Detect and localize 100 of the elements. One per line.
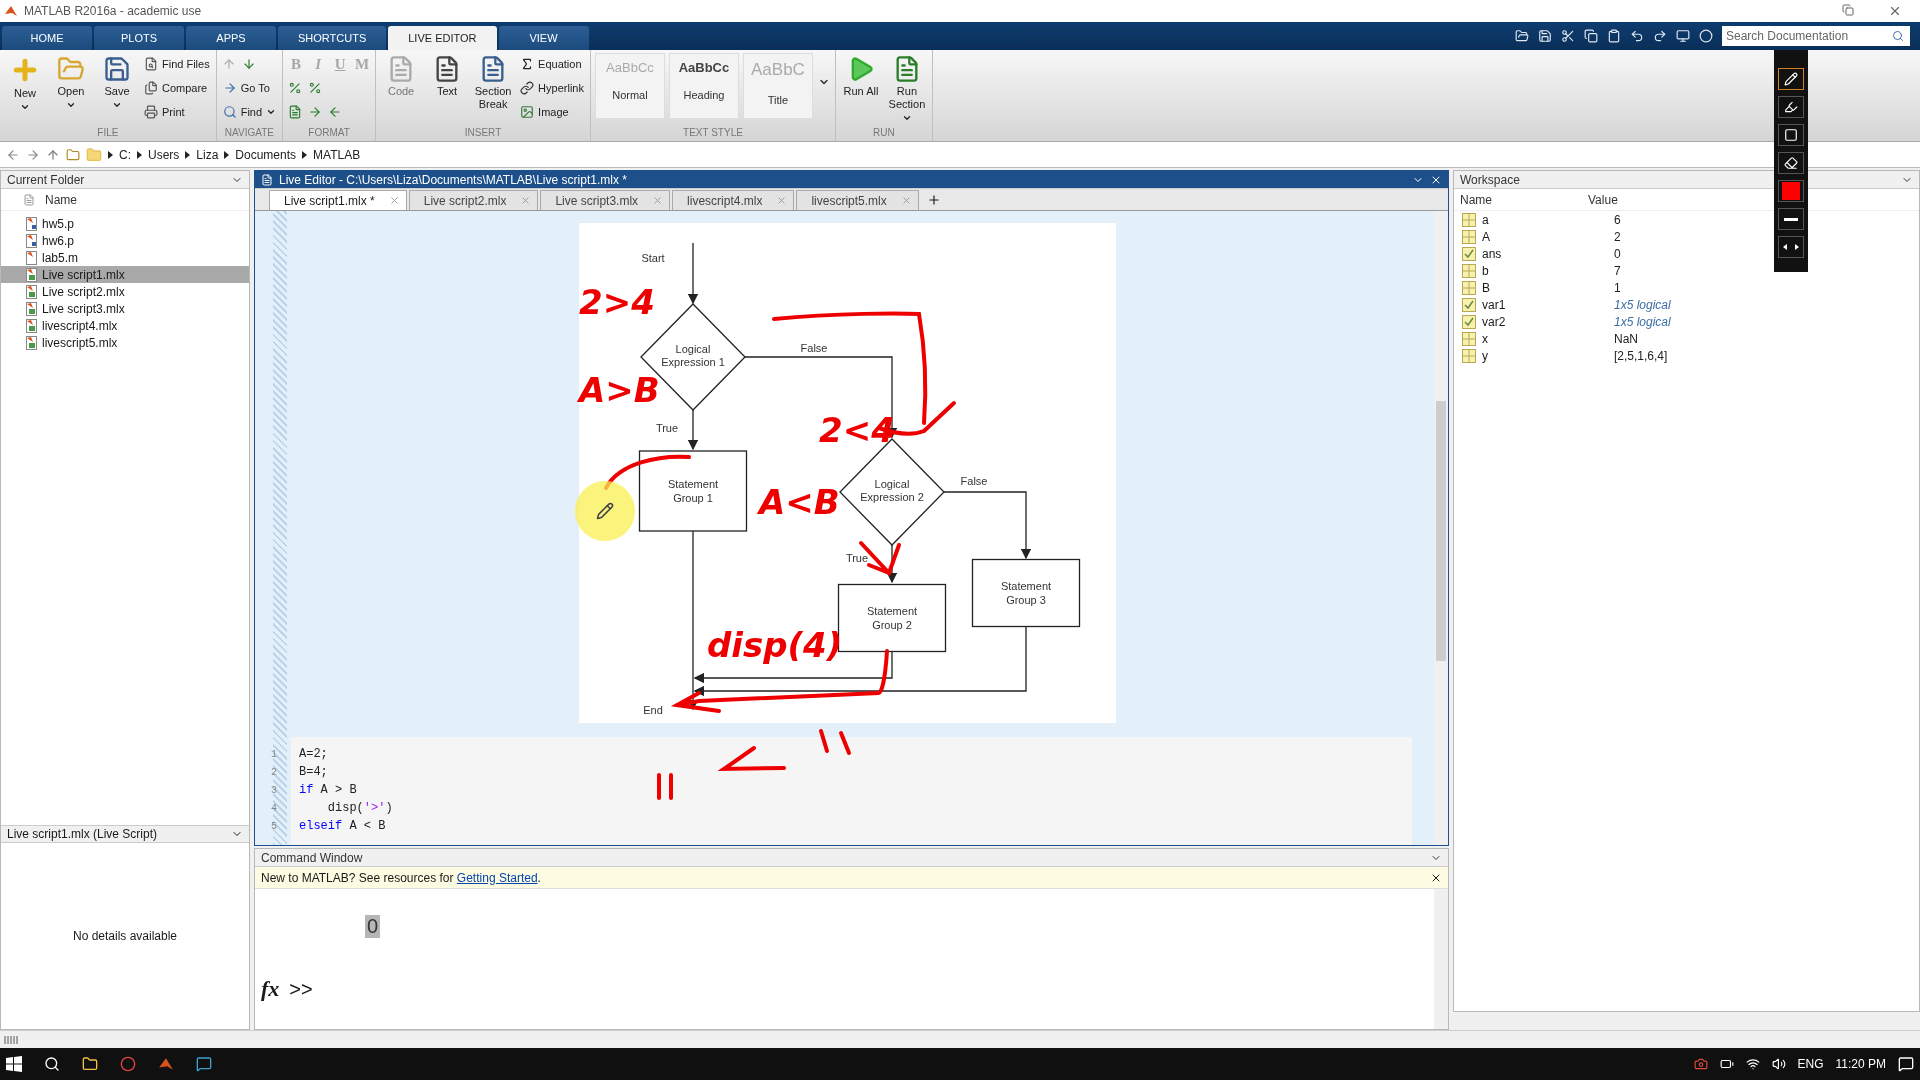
recorder-icon[interactable]	[1693, 1057, 1708, 1071]
breadcrumb[interactable]: Liza	[196, 147, 219, 162]
pen-tool-button[interactable]	[1778, 96, 1804, 118]
start-icon[interactable]	[6, 1056, 22, 1072]
ribbon-tab[interactable]: PLOTS	[94, 26, 184, 50]
ribbon-button[interactable]: Equation	[518, 53, 586, 75]
clock[interactable]: 11:20 PM	[1835, 1057, 1886, 1071]
pen-move-button[interactable]	[1778, 236, 1804, 258]
array-variable-icon	[1462, 212, 1476, 227]
editor-tab[interactable]: Live script2.mlx	[408, 190, 539, 210]
pencil-icon	[1784, 72, 1798, 86]
browse-folder-icon[interactable]	[66, 147, 80, 162]
variable-row[interactable]: A 2	[1454, 228, 1919, 245]
ribbon-button[interactable]: Run All	[839, 53, 882, 100]
copy-icon[interactable]	[1584, 29, 1598, 43]
ribbon-button[interactable]: Text	[426, 53, 469, 100]
variable-row[interactable]: B 1	[1454, 279, 1919, 296]
ribbon-button[interactable]: Section Break	[472, 53, 515, 113]
cut-icon[interactable]	[1561, 29, 1575, 43]
battery-icon[interactable]	[1719, 1057, 1734, 1071]
getting-started-link[interactable]: Getting Started	[456, 870, 538, 885]
ribbon-button[interactable]: Find	[220, 101, 279, 123]
ribbon-tab[interactable]: HOME	[2, 26, 92, 50]
breadcrumb[interactable]: C:	[119, 147, 131, 162]
ribbon-button[interactable]: Image	[518, 101, 586, 123]
app-logo-icon[interactable]	[158, 1056, 174, 1072]
file-row[interactable]: lab5.m	[1, 249, 249, 266]
ribbon-group-title: INSERT	[463, 127, 503, 140]
ribbon-button[interactable]: Print	[142, 101, 212, 123]
folder-icon[interactable]	[1515, 29, 1529, 43]
chat-icon[interactable]	[196, 1056, 212, 1072]
search-icon[interactable]	[44, 1056, 60, 1072]
pen-tool-button[interactable]	[1778, 124, 1804, 146]
volume-icon[interactable]	[1771, 1057, 1786, 1071]
variable-row[interactable]: x NaN	[1454, 330, 1919, 347]
pen-width-button[interactable]	[1778, 208, 1804, 230]
close-tab-icon	[776, 195, 788, 206]
forward-icon[interactable]	[26, 147, 40, 162]
scrollbar[interactable]	[1434, 211, 1448, 845]
ribbon-button[interactable]: Open	[50, 53, 92, 112]
variable-row[interactable]: var1 1x5 logical	[1454, 296, 1919, 313]
editor-tab[interactable]: Live script3.mlx	[540, 190, 671, 210]
ribbon-button[interactable]: New	[4, 53, 46, 114]
paste-icon[interactable]	[1607, 29, 1621, 43]
ribbon-tab[interactable]: LIVE EDITOR	[388, 26, 497, 50]
variable-row[interactable]: var2 1x5 logical	[1454, 313, 1919, 330]
ribbon-tab[interactable]: APPS	[186, 26, 276, 50]
text-style-button[interactable]: AaBbCc Heading	[668, 53, 739, 119]
editor-tab[interactable]: livescript5.mlx	[796, 190, 919, 210]
save-icon[interactable]	[1538, 29, 1552, 43]
redo-icon[interactable]	[1653, 29, 1667, 43]
wifi-icon[interactable]	[1745, 1057, 1760, 1071]
up-folder-icon[interactable]	[46, 147, 60, 162]
ribbon-tab[interactable]: VIEW	[498, 26, 589, 50]
column-header[interactable]: Name	[1460, 192, 1588, 207]
file-row[interactable]: Live script2.mlx	[1, 283, 249, 300]
back-icon[interactable]	[6, 147, 20, 162]
window-title: MATLAB R2016a - academic use	[24, 4, 203, 18]
file-row[interactable]: hw5.p	[1, 215, 249, 232]
folder-icon[interactable]	[82, 1056, 98, 1072]
notice-text: New to MATLAB? See resources for Getting Started.	[261, 870, 542, 885]
ribbon-button[interactable]: Run Section	[885, 53, 928, 125]
window-layout-icon[interactable]	[1676, 29, 1690, 43]
breadcrumb[interactable]: Documents	[235, 147, 297, 162]
handwritten-note: 2>4	[579, 285, 655, 319]
new-tab-icon[interactable]	[926, 193, 941, 207]
ribbon-button[interactable]: Go To	[220, 77, 279, 99]
file-row[interactable]: livescript5.mlx	[1, 334, 249, 351]
file-row[interactable]: Live script3.mlx	[1, 300, 249, 317]
variable-row[interactable]: ans 0	[1454, 245, 1919, 262]
column-header[interactable]: Name	[45, 192, 77, 207]
language-indicator[interactable]: ENG	[1797, 1057, 1824, 1071]
text-style-button[interactable]: AaBbC Title	[742, 53, 813, 119]
variable-row[interactable]: y [2,5,1,6,4]	[1454, 347, 1919, 364]
ribbon-button[interactable]: Compare	[142, 77, 212, 99]
restore-icon[interactable]	[1842, 4, 1854, 16]
editor-tab[interactable]: livescript4.mlx	[672, 190, 795, 210]
ribbon-tab[interactable]: SHORTCUTS	[278, 26, 387, 50]
ribbon-group-title: FILE	[96, 127, 120, 140]
pen-tool-button[interactable]	[1778, 152, 1804, 174]
undo-icon[interactable]	[1630, 29, 1644, 43]
variable-row[interactable]: a 6	[1454, 211, 1919, 228]
ribbon-button[interactable]: Find Files	[142, 53, 212, 75]
scrollbar[interactable]	[1434, 889, 1448, 1029]
editor-tab[interactable]: Live script1.mlx *	[269, 190, 407, 210]
breadcrumb[interactable]: Users	[148, 147, 180, 162]
search-field[interactable]: Search Documentation	[1722, 26, 1892, 46]
notifications-icon[interactable]	[1898, 1056, 1914, 1072]
column-header[interactable]: Value	[1588, 192, 1718, 207]
breadcrumb[interactable]: MATLAB	[313, 147, 361, 162]
text-style-button[interactable]: AaBbCc Normal	[594, 53, 665, 119]
ribbon-button[interactable]: Hyperlink	[518, 77, 586, 99]
file-row[interactable]: Live script1.mlx	[1, 266, 249, 283]
command-prompt[interactable]: >>	[289, 977, 313, 1001]
file-row[interactable]: hw6.p	[1, 232, 249, 249]
function-browser-icon[interactable]: fx	[261, 976, 280, 1002]
variable-row[interactable]: b 7	[1454, 262, 1919, 279]
file-row[interactable]: livescript4.mlx	[1, 317, 249, 334]
ribbon-button[interactable]: Save	[96, 53, 138, 112]
pen-tool-button[interactable]	[1778, 68, 1804, 90]
